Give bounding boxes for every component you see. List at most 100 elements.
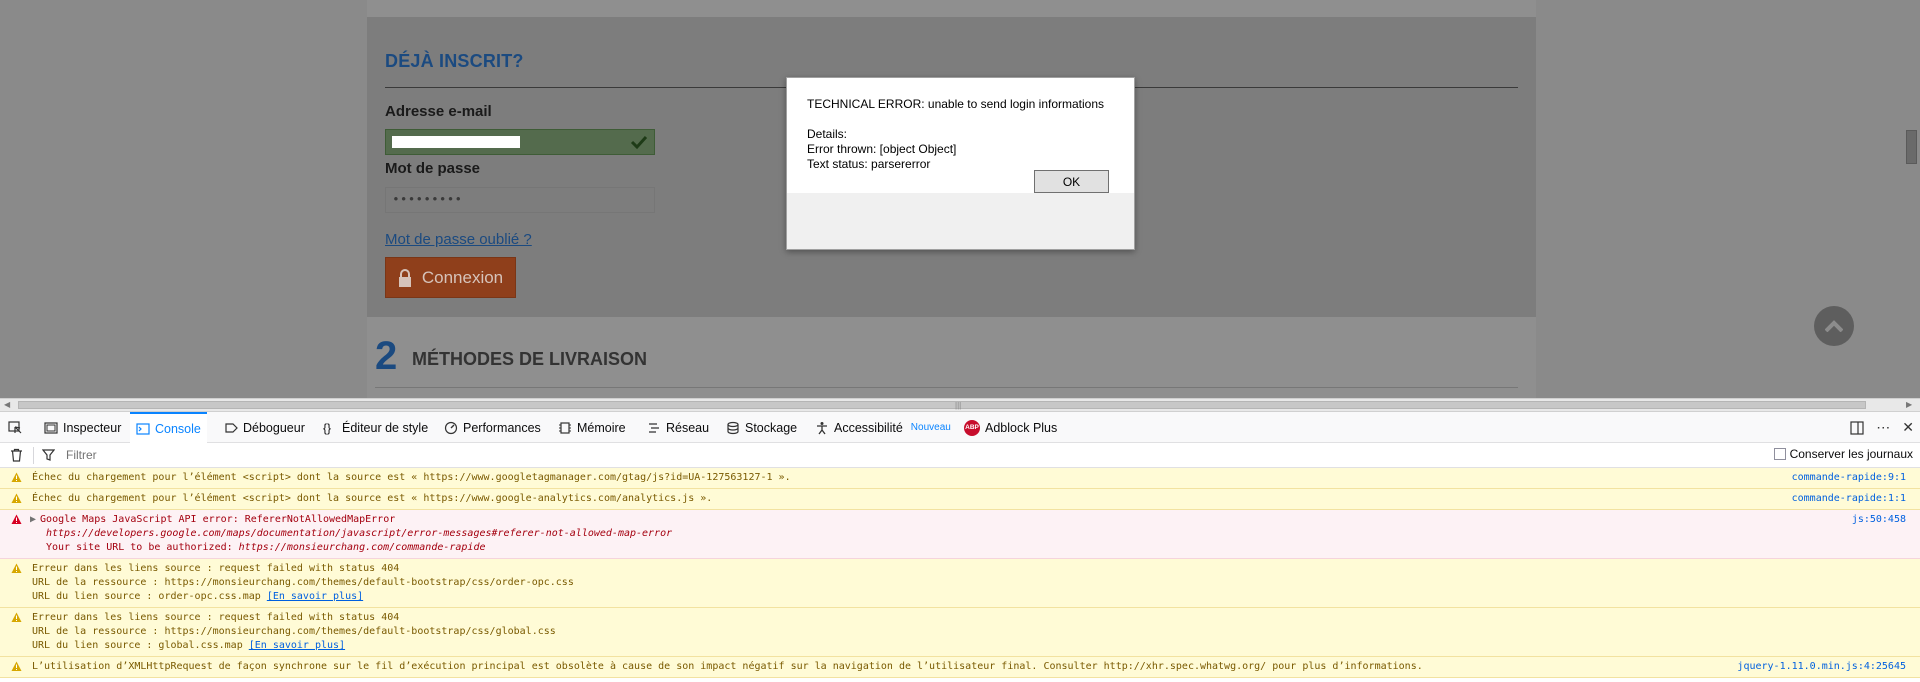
style-editor-icon: {} bbox=[323, 420, 332, 435]
tab-label: Stockage bbox=[745, 420, 798, 435]
devtools-window-controls: ⋯ ✕ bbox=[1850, 412, 1914, 443]
trash-icon[interactable] bbox=[10, 448, 23, 462]
message-text: URL de la ressource : https://monsieurch… bbox=[32, 626, 556, 637]
console-icon bbox=[136, 422, 150, 435]
console-message-error: ▶ Google Maps JavaScript API error: Refer… bbox=[0, 510, 1920, 559]
grip-icon: ||| bbox=[955, 401, 962, 410]
tab-label: Accessibilité bbox=[834, 420, 903, 435]
check-icon bbox=[630, 135, 648, 150]
warning-icon bbox=[11, 472, 22, 482]
persist-logs-label: Conserver les journaux bbox=[1789, 447, 1913, 461]
step-number: 2 bbox=[375, 334, 398, 378]
page-margin-right bbox=[1536, 0, 1920, 398]
ok-button[interactable]: OK bbox=[1034, 170, 1109, 193]
toolbar-separator bbox=[33, 447, 34, 464]
console-message-warning: L’utilisation d’XMLHttpRequest de façon … bbox=[0, 657, 1920, 678]
email-field-value bbox=[392, 136, 520, 148]
tab-performances[interactable]: Performances bbox=[444, 412, 541, 443]
tab-label: Performances bbox=[463, 420, 541, 435]
message-source-link[interactable]: jquery-1.11.0.min.js:4:25645 bbox=[1737, 660, 1906, 674]
dialog-line: Details: bbox=[807, 127, 848, 141]
storage-icon bbox=[727, 421, 739, 434]
horizontal-scroll-thumb[interactable]: ||| bbox=[18, 401, 1866, 410]
element-picker-button[interactable] bbox=[8, 412, 22, 443]
message-text: URL du lien source : global.css.map bbox=[32, 640, 249, 651]
warning-icon bbox=[11, 493, 22, 503]
page-margin-left bbox=[0, 0, 367, 398]
tab-adblock-plus[interactable]: ABP Adblock Plus bbox=[964, 412, 1057, 443]
learn-more-link[interactable]: [En savoir plus] bbox=[267, 591, 363, 602]
message-text: URL de la ressource : https://monsieurch… bbox=[32, 577, 574, 588]
tab-reseau[interactable]: Réseau bbox=[647, 412, 709, 443]
login-button-label: Connexion bbox=[421, 267, 504, 287]
tab-editeur-de-style[interactable]: {} Éditeur de style bbox=[323, 412, 428, 443]
accessibility-icon bbox=[817, 421, 827, 434]
tab-label: Réseau bbox=[666, 420, 710, 435]
console-message-warning: Erreur dans les liens source : request f… bbox=[0, 608, 1920, 657]
memory-icon bbox=[559, 421, 571, 434]
console-filter-bar: Filtrer Conserver les journaux bbox=[0, 443, 1920, 468]
tab-label: Adblock Plus bbox=[985, 420, 1058, 435]
expand-arrow-icon[interactable]: ▶ bbox=[30, 513, 36, 527]
tab-label: Débogueur bbox=[243, 420, 305, 435]
persist-logs-option[interactable]: Conserver les journaux bbox=[1773, 447, 1913, 461]
tab-label: Éditeur de style bbox=[342, 420, 429, 435]
debugger-icon bbox=[225, 422, 238, 433]
chevron-up-icon bbox=[1825, 320, 1843, 332]
scroll-to-top-button[interactable] bbox=[1814, 306, 1854, 346]
scroll-left-icon[interactable]: ◀ bbox=[4, 400, 10, 409]
email-label: Adresse e-mail bbox=[385, 103, 492, 120]
message-text: Échec du chargement pour l’élément <scri… bbox=[32, 472, 791, 483]
new-badge: Nouveau bbox=[910, 422, 951, 433]
message-text: URL du lien source : order-opc.css.map bbox=[32, 591, 267, 602]
tab-debogueur[interactable]: Débogueur bbox=[224, 412, 305, 443]
close-icon[interactable]: ✕ bbox=[1902, 419, 1914, 436]
tab-console[interactable]: Console bbox=[130, 412, 207, 443]
network-icon bbox=[649, 422, 659, 433]
horizontal-scrollbar[interactable]: ◀ ||| ▶ bbox=[0, 398, 1920, 411]
message-text: Échec du chargement pour l’élément <scri… bbox=[32, 493, 713, 504]
element-picker-icon bbox=[8, 420, 22, 433]
message-text: Erreur dans les liens source : request f… bbox=[32, 563, 400, 574]
section-title: DÉJÀ INSCRIT? bbox=[385, 51, 524, 71]
message-source-link[interactable]: js:50:458 bbox=[1852, 513, 1906, 527]
performance-icon bbox=[444, 421, 458, 434]
tab-label: Inspecteur bbox=[63, 420, 122, 435]
dialog-footer bbox=[787, 193, 1134, 249]
persist-logs-checkbox[interactable] bbox=[1773, 448, 1786, 460]
more-options-icon[interactable]: ⋯ bbox=[1876, 419, 1890, 436]
message-source-link[interactable]: commande-rapide:9:1 bbox=[1792, 471, 1906, 485]
scroll-right-icon[interactable]: ▶ bbox=[1906, 400, 1912, 409]
filter-icon bbox=[42, 449, 55, 461]
tab-memoire[interactable]: Mémoire bbox=[558, 412, 626, 443]
vertical-scroll-thumb[interactable] bbox=[1906, 130, 1917, 164]
warning-icon bbox=[11, 563, 22, 573]
inspector-icon bbox=[44, 421, 58, 434]
step-title: MÉTHODES DE LIVRAISON bbox=[412, 349, 648, 369]
dialog-line: TECHNICAL ERROR: unable to send login in… bbox=[807, 97, 1105, 111]
email-field[interactable] bbox=[385, 129, 655, 155]
message-text: https://developers.google.com/maps/docum… bbox=[46, 528, 673, 539]
learn-more-link[interactable]: [En savoir plus] bbox=[249, 640, 345, 651]
console-message-warning: Échec du chargement pour l’élément <scri… bbox=[0, 468, 1920, 489]
dialog-line: Error thrown: [object Object] bbox=[807, 142, 957, 156]
dock-side-icon[interactable] bbox=[1850, 420, 1864, 435]
step-divider bbox=[375, 387, 1518, 388]
tab-accessibilite[interactable]: Accessibilité Nouveau bbox=[815, 412, 951, 443]
message-source-link[interactable]: commande-rapide:1:1 bbox=[1792, 492, 1906, 506]
vertical-scrollbar[interactable] bbox=[1903, 0, 1920, 398]
forgot-password-link[interactable]: Mot de passe oublié ? bbox=[385, 231, 532, 248]
login-button[interactable]: Connexion bbox=[385, 257, 516, 298]
password-field[interactable]: ••••••••• bbox=[385, 187, 655, 213]
console-output: Échec du chargement pour l’élément <scri… bbox=[0, 468, 1920, 682]
message-text: Google Maps JavaScript API error: Refere… bbox=[40, 514, 396, 525]
filter-input[interactable]: Filtrer bbox=[66, 448, 97, 462]
password-label: Mot de passe bbox=[385, 160, 481, 177]
tab-stockage[interactable]: Stockage bbox=[726, 412, 797, 443]
error-dialog: TECHNICAL ERROR: unable to send login in… bbox=[786, 77, 1135, 250]
warning-icon bbox=[11, 612, 22, 622]
message-text: L’utilisation d’XMLHttpRequest de façon … bbox=[32, 661, 1423, 672]
message-url: https://monsieurchang.com/commande-rapid… bbox=[238, 542, 486, 553]
message-text: Your site URL to be authorized: bbox=[46, 542, 239, 553]
tab-inspecteur[interactable]: Inspecteur bbox=[44, 412, 121, 443]
